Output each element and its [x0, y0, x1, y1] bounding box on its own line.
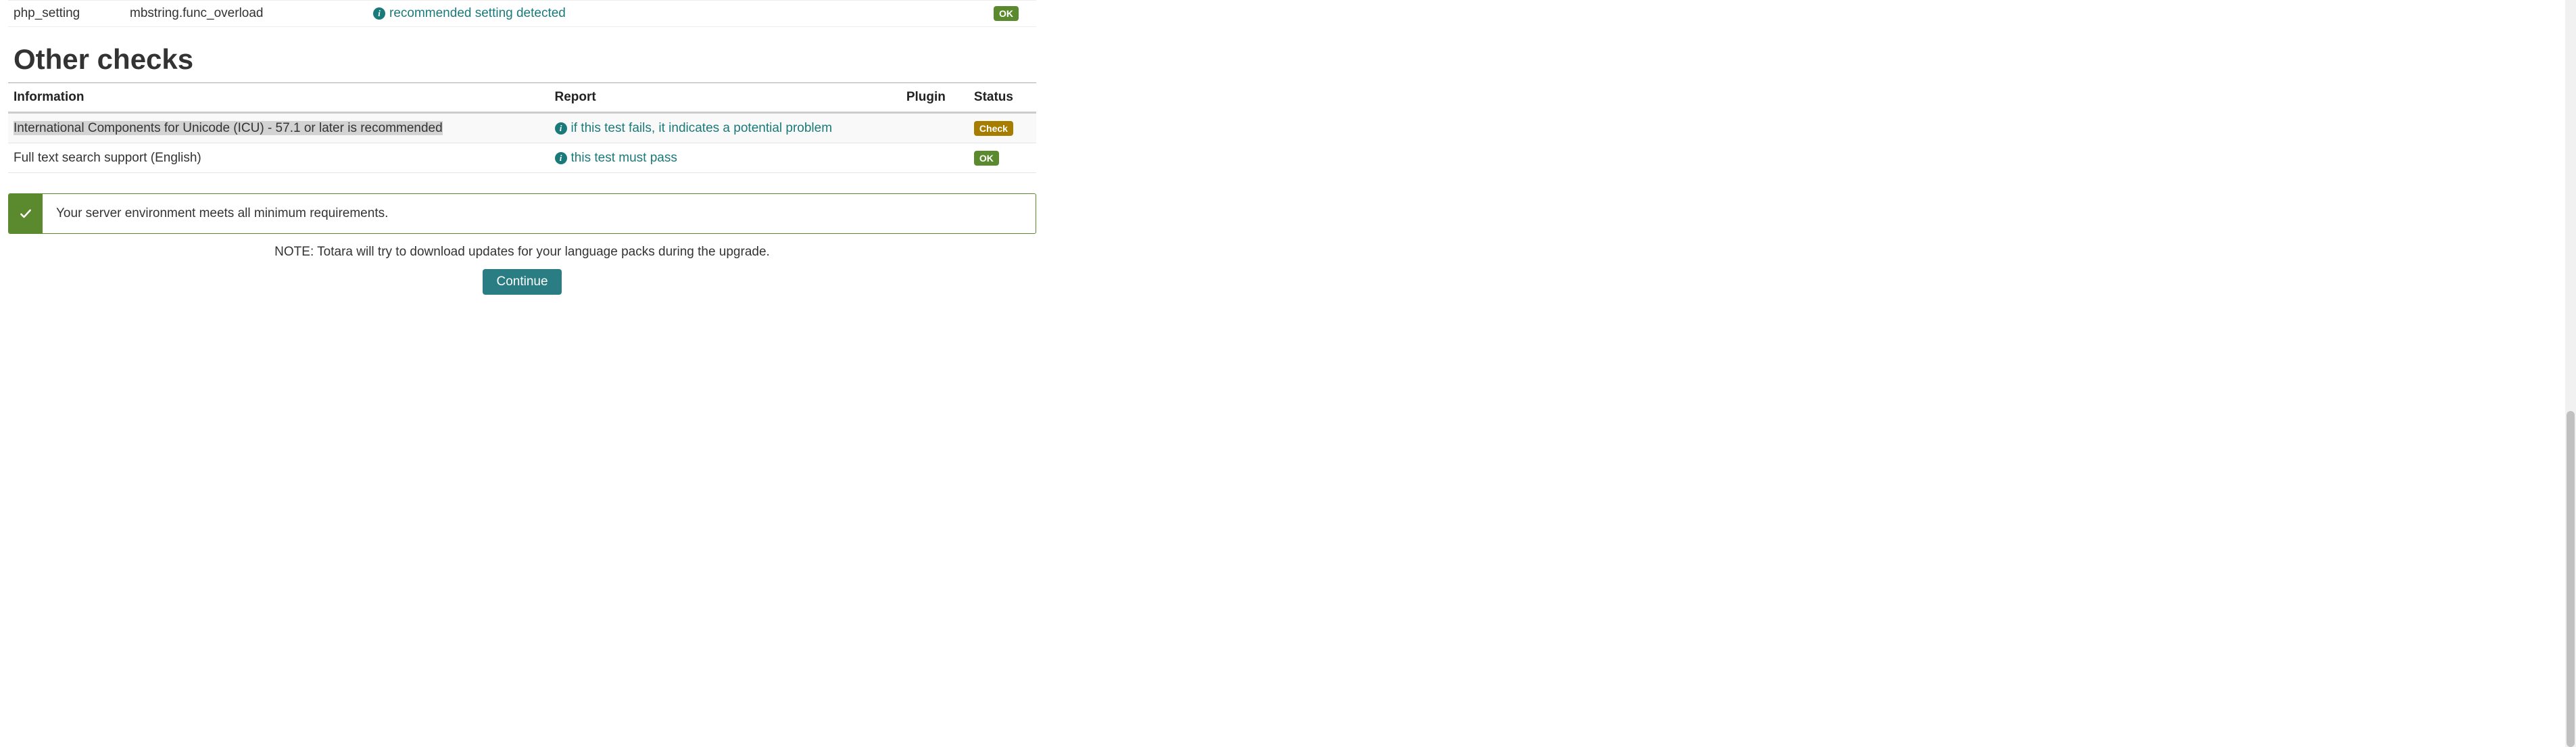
continue-button[interactable]: Continue — [483, 269, 561, 295]
alert-message: Your server environment meets all minimu… — [43, 194, 402, 233]
cell-status: Check — [969, 113, 1036, 143]
cell-information: International Components for Unicode (IC… — [8, 113, 550, 143]
report-text: if this test fails, it indicates a poten… — [571, 121, 833, 136]
setting-report-text: recommended setting detected — [389, 6, 566, 21]
other-checks-table: Information Report Plugin Status Interna… — [8, 82, 1036, 173]
upgrade-note: NOTE: Totara will try to download update… — [8, 245, 1036, 260]
info-icon: i — [373, 7, 385, 20]
cell-information: Full text search support (English) — [8, 143, 550, 173]
vertical-scrollbar[interactable] — [2565, 0, 2576, 747]
cell-plugin — [901, 143, 969, 173]
status-badge: OK — [974, 151, 999, 166]
table-row: International Components for Unicode (IC… — [8, 113, 1036, 143]
cell-plugin — [901, 113, 969, 143]
setting-type: php_setting — [8, 6, 130, 21]
success-alert: Your server environment meets all minimu… — [8, 193, 1036, 234]
highlighted-text: International Components for Unicode (IC… — [14, 121, 443, 135]
setting-name: mbstring.func_overload — [130, 6, 373, 21]
col-header-status: Status — [969, 83, 1036, 113]
cell-report[interactable]: i this test must pass — [550, 143, 901, 173]
setting-status-cell: OK — [975, 6, 1036, 21]
info-icon: i — [555, 152, 567, 164]
setting-report[interactable]: i recommended setting detected — [373, 6, 975, 21]
page-content: php_setting mbstring.func_overload i rec… — [0, 0, 1044, 295]
table-row: Full text search support (English) i this … — [8, 143, 1036, 173]
cell-status: OK — [969, 143, 1036, 173]
info-icon: i — [555, 122, 567, 135]
check-icon — [9, 194, 43, 233]
status-badge: Check — [974, 121, 1013, 136]
cell-report[interactable]: i if this test fails, it indicates a pote… — [550, 113, 901, 143]
php-setting-row: php_setting mbstring.func_overload i rec… — [8, 0, 1036, 27]
col-header-plugin: Plugin — [901, 83, 969, 113]
table-header-row: Information Report Plugin Status — [8, 83, 1036, 113]
col-header-information: Information — [8, 83, 550, 113]
col-header-report: Report — [550, 83, 901, 113]
scrollbar-thumb[interactable] — [2567, 411, 2575, 747]
status-badge: OK — [994, 6, 1019, 21]
section-heading-other-checks: Other checks — [14, 43, 1036, 76]
report-text: this test must pass — [571, 151, 677, 166]
